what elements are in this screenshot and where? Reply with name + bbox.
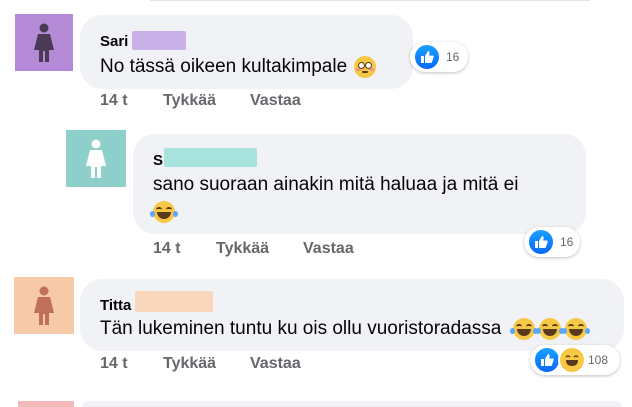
reaction-count: 16 (560, 235, 574, 249)
female-figure-icon (34, 23, 54, 62)
female-figure-icon (86, 139, 106, 178)
like-link[interactable]: Tykkää (163, 92, 216, 110)
comment-emoji-line (150, 201, 178, 223)
laughing-face-icon (535, 318, 564, 340)
next-comment-edge (0, 401, 632, 407)
female-figure-icon (34, 286, 54, 325)
laughing-face-icon (509, 318, 538, 340)
avatar-titta[interactable] (14, 277, 74, 334)
like-icon (413, 43, 441, 71)
redacted-surname (135, 291, 213, 312)
reply-link[interactable]: Vastaa (250, 92, 301, 110)
reaction-summary[interactable]: 16 (524, 227, 580, 257)
flushed-face-icon (354, 56, 377, 78)
comment-author[interactable]: Titta (100, 297, 131, 314)
avatar-s[interactable] (66, 130, 126, 187)
reply-link[interactable]: Vastaa (250, 355, 301, 373)
reaction-summary[interactable]: 108 (530, 345, 620, 375)
comment-time[interactable]: 14 t (100, 92, 128, 110)
divider-line (150, 0, 590, 1)
haha-icon (558, 346, 586, 374)
reaction-count: 16 (446, 50, 460, 64)
comment-author[interactable]: Sari (100, 33, 128, 50)
comment-text: sano suoraan ainakin mitä haluaa ja mitä… (153, 174, 519, 195)
comment-bubble (80, 279, 624, 351)
like-icon (527, 228, 555, 256)
laughing-face-icon (150, 201, 178, 223)
reaction-summary[interactable]: 16 (410, 42, 468, 72)
redacted-surname (132, 31, 186, 50)
comment-time[interactable]: 14 t (100, 355, 128, 373)
reply-link[interactable]: Vastaa (303, 240, 354, 258)
like-link[interactable]: Tykkää (216, 240, 269, 258)
avatar-sari[interactable] (15, 14, 73, 71)
like-icon (533, 346, 561, 374)
comment-time[interactable]: 14 t (153, 240, 181, 258)
redacted-surname (164, 148, 257, 167)
comment-text: No tässä oikeen kultakimpale (100, 56, 377, 78)
laughing-face-icon (561, 318, 590, 340)
like-link[interactable]: Tykkää (163, 355, 216, 373)
comment-author[interactable]: S (153, 152, 163, 169)
comment-text: Tän lukeminen tuntu ku ois ollu vuoristo… (100, 318, 590, 340)
reaction-count: 108 (588, 353, 609, 367)
